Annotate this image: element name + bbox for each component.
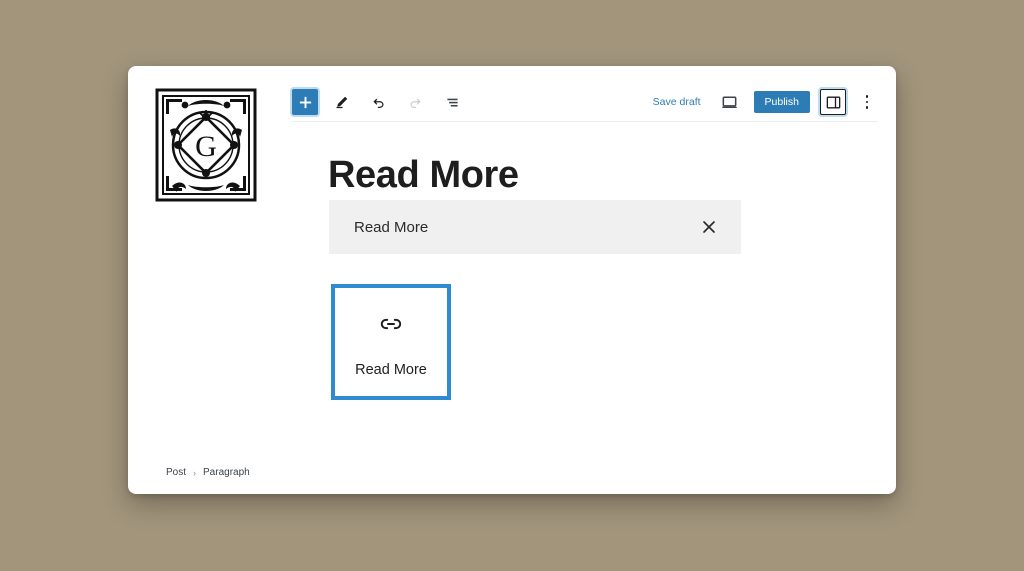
redo-button[interactable] bbox=[401, 88, 429, 116]
ellipsis-dot bbox=[865, 95, 869, 98]
undo-icon bbox=[372, 98, 384, 108]
preview-button[interactable] bbox=[716, 88, 744, 116]
toolbar-divider bbox=[292, 121, 878, 122]
clear-search-button[interactable] bbox=[695, 213, 723, 241]
list-view-button[interactable] bbox=[438, 88, 466, 116]
publish-button[interactable]: Publish bbox=[753, 90, 810, 114]
block-result-label: Read More bbox=[355, 361, 427, 378]
block-search-input[interactable] bbox=[354, 218, 664, 236]
close-icon bbox=[703, 221, 715, 233]
tools-pencil-button[interactable] bbox=[327, 88, 355, 116]
post-title[interactable]: Read More bbox=[328, 155, 519, 197]
gutenberg-logo: G bbox=[154, 86, 258, 204]
save-draft-button[interactable]: Save draft bbox=[648, 92, 706, 112]
redo-icon bbox=[409, 98, 421, 108]
block-search-bar[interactable] bbox=[329, 200, 741, 254]
desktop-preview-icon bbox=[722, 96, 737, 108]
more-options-button[interactable] bbox=[856, 88, 878, 116]
sidebar-panel-icon bbox=[826, 95, 840, 109]
undo-button[interactable] bbox=[364, 88, 392, 116]
toolbar-right-group: Save draft Publish bbox=[648, 88, 878, 116]
breadcrumb: Post › Paragraph bbox=[166, 467, 250, 478]
logo-letter: G bbox=[195, 130, 217, 163]
link-icon bbox=[378, 311, 404, 342]
pencil-icon bbox=[336, 96, 347, 108]
breadcrumb-separator: › bbox=[193, 467, 197, 478]
list-view-icon bbox=[446, 98, 458, 106]
sidebar-toggle-button[interactable] bbox=[820, 89, 846, 115]
ellipsis-dot bbox=[865, 106, 869, 109]
breadcrumb-item-post[interactable]: Post bbox=[166, 467, 186, 478]
plus-icon bbox=[299, 96, 311, 108]
toolbar-left-group bbox=[292, 88, 466, 116]
editor-window: G Save draft Publish Read More Read More… bbox=[128, 66, 896, 494]
ellipsis-dot bbox=[865, 100, 869, 104]
block-result-read-more[interactable]: Read More bbox=[331, 284, 451, 400]
breadcrumb-item-paragraph[interactable]: Paragraph bbox=[203, 467, 250, 478]
editor-toolbar: Save draft Publish bbox=[292, 80, 878, 124]
add-block-button[interactable] bbox=[292, 89, 318, 115]
